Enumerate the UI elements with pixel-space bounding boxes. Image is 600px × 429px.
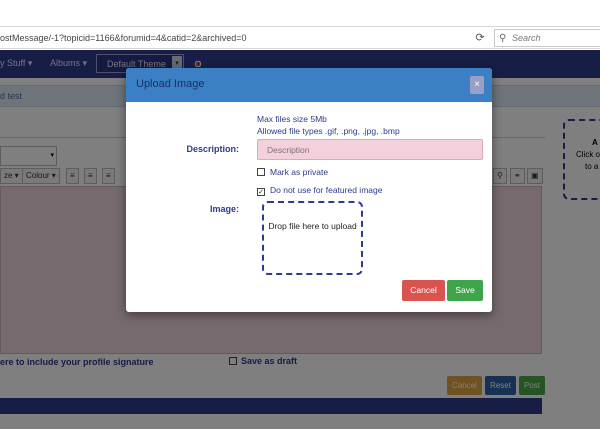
- mark-private-label: Mark as private: [270, 167, 329, 177]
- modal-header: Upload Image ×: [126, 68, 492, 102]
- image-label: Image:: [209, 204, 239, 214]
- save-button[interactable]: Save: [447, 280, 483, 301]
- no-featured-checkbox[interactable]: ✓ Do not use for featured image: [257, 185, 382, 196]
- mark-private-checkbox[interactable]: Mark as private: [257, 167, 328, 177]
- browser-address-bar: ostMessage/-1?topicid=1166&forumid=4&cat…: [0, 26, 600, 49]
- no-featured-label: Do not use for featured image: [270, 185, 383, 195]
- description-input[interactable]: [257, 139, 483, 160]
- upload-image-modal: Upload Image × Max files size 5Mb Allowe…: [126, 68, 492, 312]
- browser-search-box[interactable]: ⚲ Search: [494, 29, 600, 47]
- allowed-types-info: Allowed file types .gif, .png, .jpg, .bm…: [257, 126, 400, 136]
- file-dropzone[interactable]: Drop file here to upload: [262, 201, 363, 275]
- browser-tab-strip: [0, 0, 600, 26]
- dropzone-text: Drop file here to upload: [268, 221, 357, 231]
- cancel-button[interactable]: Cancel: [402, 280, 445, 301]
- close-icon[interactable]: ×: [470, 76, 484, 94]
- max-size-info: Max files size 5Mb: [257, 114, 327, 124]
- modal-title: Upload Image: [136, 78, 205, 90]
- checkbox-icon: [257, 168, 265, 176]
- description-label: Description:: [186, 144, 239, 154]
- reload-icon[interactable]: ⟳: [472, 30, 488, 46]
- search-placeholder: Search: [512, 33, 541, 43]
- checkmark-icon: ✓: [257, 188, 265, 196]
- url-field[interactable]: ostMessage/-1?topicid=1166&forumid=4&cat…: [0, 30, 465, 46]
- search-icon: ⚲: [499, 33, 507, 44]
